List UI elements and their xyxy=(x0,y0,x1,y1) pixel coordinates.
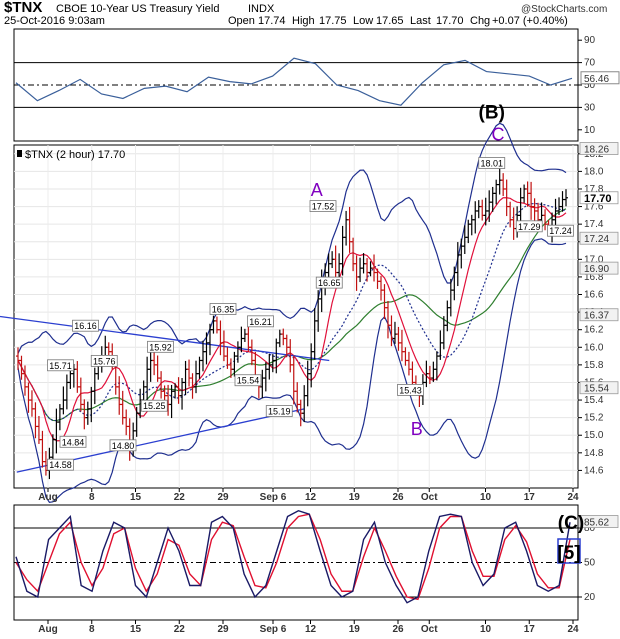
price-label: 15.76 xyxy=(93,356,116,366)
low-label: Low xyxy=(353,15,373,27)
price-tick-label: 14.8 xyxy=(584,448,604,459)
wave-5-label: [5] xyxy=(557,543,580,564)
x-tick-label: 29 xyxy=(217,492,229,503)
stock-chart: $TNX CBOE 10-Year US Treasury Yield INDX… xyxy=(0,0,620,635)
price-tick-label: 16.0 xyxy=(584,342,604,353)
price-tick-label: 15.8 xyxy=(584,360,604,371)
chart-header: $TNX CBOE 10-Year US Treasury Yield INDX… xyxy=(4,0,607,27)
price-label: 17.52 xyxy=(312,202,335,212)
price-label: 18.01 xyxy=(480,159,503,169)
rsi-tick-label: 10 xyxy=(584,125,596,136)
price-label: 15.43 xyxy=(399,385,422,395)
right-axis-label: 15.54 xyxy=(584,384,609,395)
bar-icon xyxy=(17,150,22,157)
price-label: 14.58 xyxy=(49,460,72,470)
price-label: 14.80 xyxy=(112,441,135,451)
wave-label: (B) xyxy=(479,103,505,124)
price-tick-label: 17.4 xyxy=(584,219,604,230)
price-tick-label: 14.6 xyxy=(584,465,604,476)
copyright-notice: @StockCharts.com xyxy=(521,4,607,15)
price-tick-label: 16.6 xyxy=(584,290,604,301)
price-title: $TNX (2 hour) 17.70 xyxy=(25,149,125,161)
x-tick-label: 17 xyxy=(524,492,536,503)
right-axis-label: 16.90 xyxy=(584,264,609,275)
x-tick-label: 22 xyxy=(174,492,186,503)
x-tick-label: 12 xyxy=(305,492,317,503)
last-label: Last xyxy=(410,15,431,27)
x-tick-label: 19 xyxy=(349,492,361,503)
x-tick-label: Sep 6 xyxy=(260,492,287,503)
price-panel-title: $TNX (2 hour) 17.70 xyxy=(17,149,125,161)
x-tick-label: Aug xyxy=(38,492,57,503)
x-tick-label: Sep 6 xyxy=(260,624,287,635)
right-axis-label: 18.26 xyxy=(584,145,609,156)
x-tick-label: 29 xyxy=(217,624,229,635)
stochastic-last-value: 85.62 xyxy=(584,518,609,529)
x-tick-label: 26 xyxy=(392,492,404,503)
exchange-code: INDX xyxy=(248,3,275,15)
x-tick-label: 24 xyxy=(567,492,579,503)
x-tick-label: 8 xyxy=(89,492,95,503)
right-axis-label: 17.70 xyxy=(584,193,612,205)
x-tick-label: 15 xyxy=(130,624,142,635)
high-value: 17.75 xyxy=(319,15,347,27)
wave-label: B xyxy=(411,419,423,439)
stochastic-tick-label: 50 xyxy=(584,558,596,569)
price-tick-label: 15.4 xyxy=(584,395,604,406)
price-label: 16.16 xyxy=(74,321,97,331)
wave-label: A xyxy=(311,180,323,200)
price-label: 15.71 xyxy=(49,361,72,371)
price-tick-label: 16.2 xyxy=(584,325,604,336)
x-tick-label: 15 xyxy=(130,492,142,503)
right-axis-label: 17.24 xyxy=(584,234,609,245)
rsi-tick-label: 30 xyxy=(584,102,596,113)
instrument-name: CBOE 10-Year US Treasury Yield xyxy=(56,3,219,15)
x-tick-label: Oct xyxy=(421,624,438,635)
low-value: 17.65 xyxy=(376,15,404,27)
right-axis-label: 16.37 xyxy=(584,311,609,322)
price-label: 16.35 xyxy=(212,305,235,315)
wave-c-label: (C) xyxy=(558,513,584,534)
high-label: High xyxy=(292,15,315,27)
x-tick-label: 24 xyxy=(567,624,579,635)
quote-datetime: 25-Oct-2016 9:03am xyxy=(4,15,105,27)
x-tick-label: 17 xyxy=(524,624,536,635)
x-tick-label: 8 xyxy=(89,624,95,635)
price-label: 16.21 xyxy=(249,317,272,327)
price-tick-label: 15.2 xyxy=(584,413,604,424)
open-value: 17.74 xyxy=(258,15,286,27)
stochastic-tick-label: 20 xyxy=(584,592,596,603)
wave-label: C xyxy=(492,125,505,145)
x-tick-label: 12 xyxy=(305,624,317,635)
x-tick-label: 22 xyxy=(174,624,186,635)
last-value: 17.70 xyxy=(436,15,464,27)
change-value: +0.07 (+0.40%) xyxy=(492,15,568,27)
x-tick-label: 26 xyxy=(392,624,404,635)
x-tick-label: Aug xyxy=(38,624,57,635)
rsi-tick-label: 90 xyxy=(584,35,596,46)
rsi-last-value: 56.46 xyxy=(584,74,609,85)
price-label: 14.84 xyxy=(62,437,85,447)
x-tick-label: 10 xyxy=(480,492,492,503)
rsi-tick-label: 70 xyxy=(584,58,596,69)
x-tick-label: 10 xyxy=(480,624,492,635)
price-panel xyxy=(13,144,579,489)
price-label: 15.54 xyxy=(237,376,260,386)
price-tick-label: 18.0 xyxy=(584,166,604,177)
change-label: Chg xyxy=(470,15,490,27)
price-label: 15.92 xyxy=(149,342,172,352)
open-label: Open xyxy=(228,15,255,27)
price-label: 17.24 xyxy=(549,226,572,236)
price-label: 15.19 xyxy=(268,407,291,417)
price-label: 16.65 xyxy=(318,278,341,288)
price-label: 17.29 xyxy=(518,222,541,232)
x-tick-label: Oct xyxy=(421,492,438,503)
price-tick-label: 15.0 xyxy=(584,430,604,441)
price-label: 15.25 xyxy=(143,401,166,411)
ticker-symbol: $TNX xyxy=(4,0,42,16)
x-tick-label: 19 xyxy=(349,624,361,635)
